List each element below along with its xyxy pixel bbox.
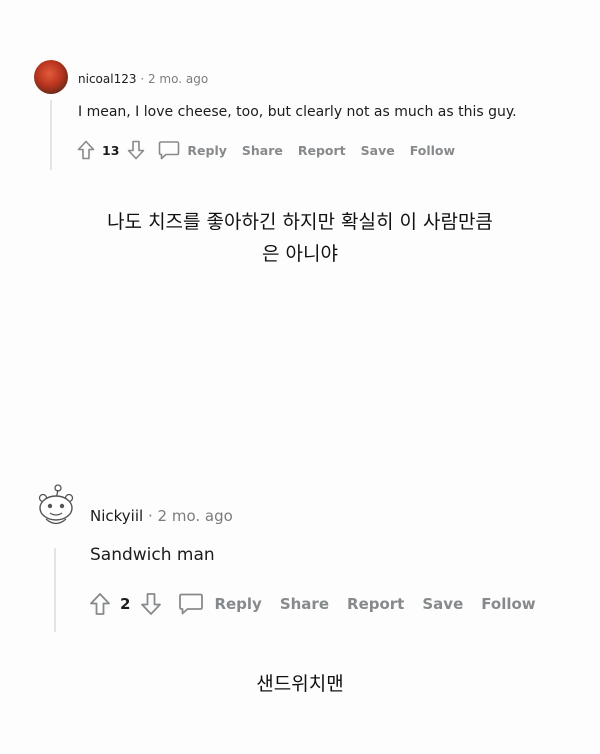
comment-bubble-icon[interactable] bbox=[176, 591, 206, 617]
translation-caption-2: 샌드위치맨 bbox=[0, 668, 600, 700]
share-button[interactable]: Share bbox=[280, 595, 329, 613]
comment-text: Sandwich man bbox=[90, 545, 215, 565]
downvote-icon[interactable] bbox=[125, 139, 147, 161]
downvote-icon[interactable] bbox=[138, 591, 164, 617]
username[interactable]: Nickyiil bbox=[90, 507, 143, 525]
meta-separator: · bbox=[147, 507, 153, 525]
timestamp[interactable]: 2 mo. ago bbox=[158, 507, 233, 525]
thread-line[interactable] bbox=[50, 100, 52, 170]
snoo-avatar-icon[interactable] bbox=[32, 482, 80, 530]
comment-1: nicoal123 · 2 mo. ago I mean, I love che… bbox=[0, 0, 600, 180]
report-button[interactable]: Report bbox=[347, 595, 404, 613]
username[interactable]: nicoal123 bbox=[78, 72, 136, 86]
save-button[interactable]: Save bbox=[422, 595, 463, 613]
follow-button[interactable]: Follow bbox=[481, 595, 535, 613]
user-avatar[interactable] bbox=[34, 60, 68, 94]
share-button[interactable]: Share bbox=[242, 143, 283, 158]
comment-bubble-icon[interactable] bbox=[157, 139, 181, 161]
comment-text: I mean, I love cheese, too, but clearly … bbox=[78, 104, 517, 120]
comment-meta: nicoal123 · 2 mo. ago bbox=[78, 72, 208, 86]
action-bar: 13 Reply Share Report Save Follow bbox=[76, 138, 455, 162]
translation-caption-1: 나도 치즈를 좋아하긴 하지만 확실히 이 사람만큼 은 아니야 bbox=[0, 206, 600, 270]
reply-button[interactable]: Reply bbox=[214, 595, 261, 613]
caption-line-1: 나도 치즈를 좋아하긴 하지만 확실히 이 사람만큼 bbox=[107, 211, 493, 233]
upvote-icon[interactable] bbox=[88, 591, 112, 617]
vote-count: 2 bbox=[120, 595, 131, 613]
caption-line: 샌드위치맨 bbox=[256, 673, 344, 695]
save-button[interactable]: Save bbox=[361, 143, 395, 158]
thread-line[interactable] bbox=[54, 548, 56, 632]
reply-button[interactable]: Reply bbox=[187, 143, 226, 158]
caption-line-2: 은 아니야 bbox=[262, 243, 338, 265]
report-button[interactable]: Report bbox=[298, 143, 346, 158]
upvote-icon[interactable] bbox=[76, 139, 96, 161]
meta-separator: · bbox=[140, 72, 145, 86]
follow-button[interactable]: Follow bbox=[410, 143, 455, 158]
comment-2: Nickyiil · 2 mo. ago Sandwich man 2 Repl… bbox=[0, 470, 600, 640]
action-bar: 2 Reply Share Report Save Follow bbox=[88, 590, 536, 618]
comment-meta: Nickyiil · 2 mo. ago bbox=[90, 507, 233, 525]
vote-count: 13 bbox=[102, 142, 120, 158]
timestamp[interactable]: 2 mo. ago bbox=[148, 72, 208, 86]
